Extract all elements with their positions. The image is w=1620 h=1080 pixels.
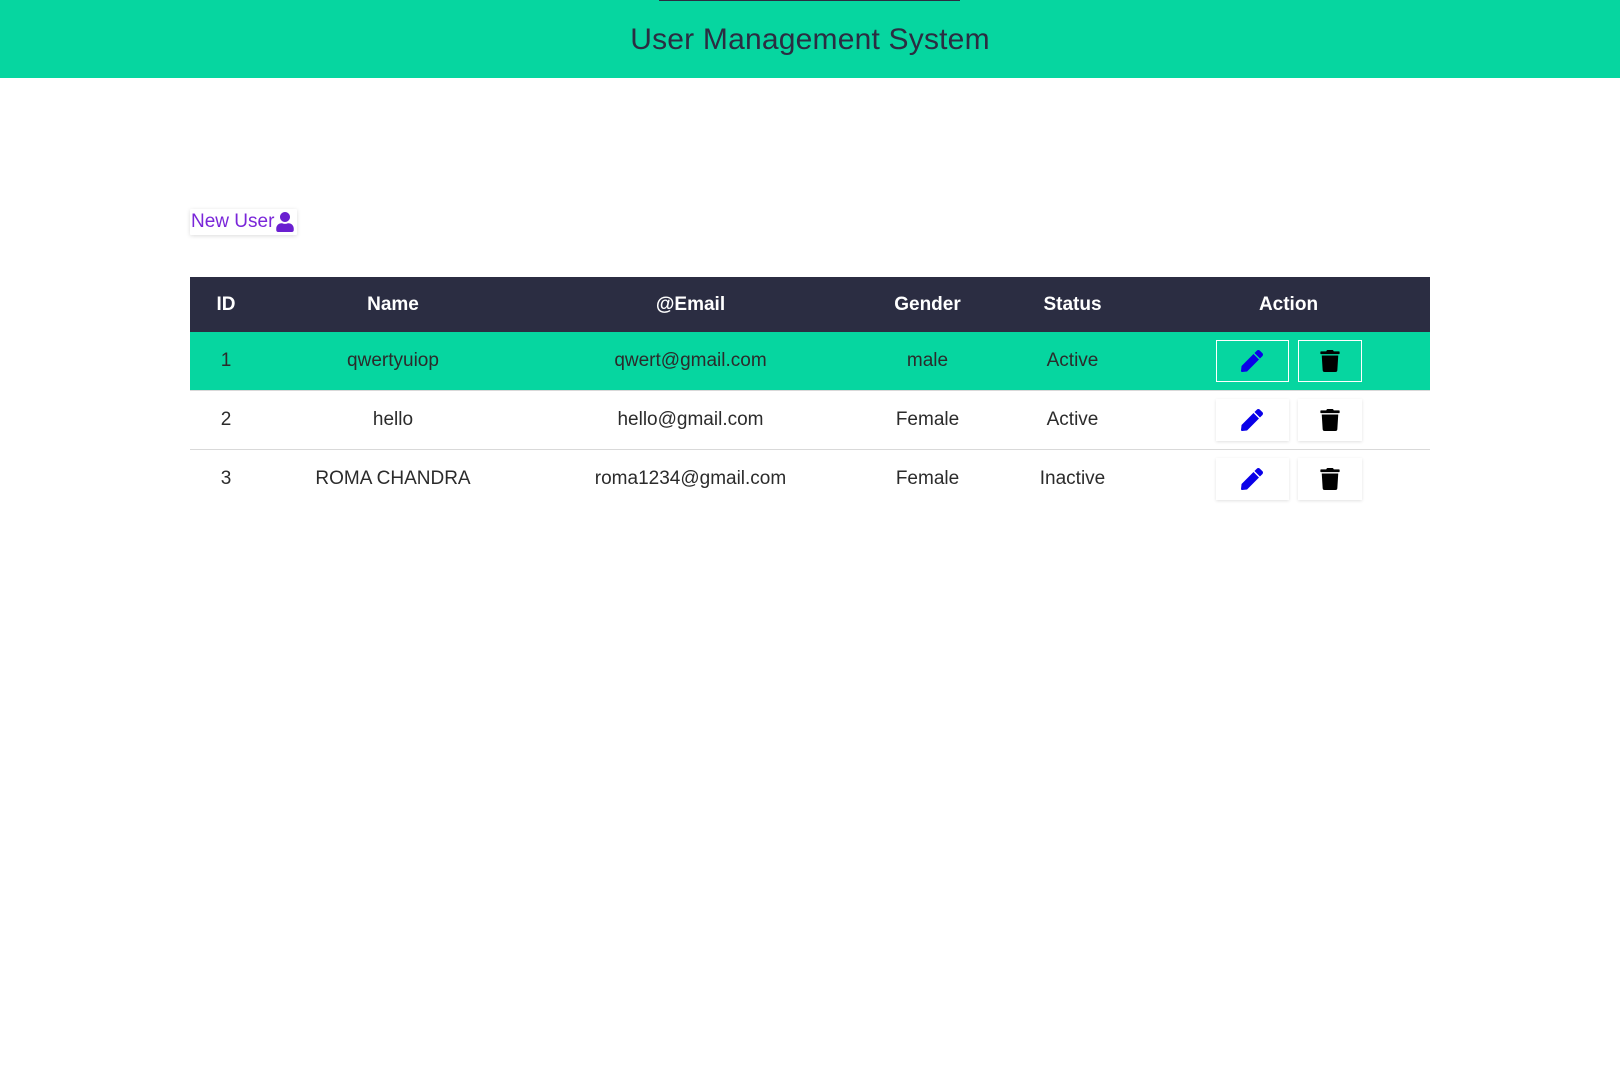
table-row: 1 qwertyuiop qwert@gmail.com male Active: [190, 332, 1430, 391]
cell-email: roma1234@gmail.com: [594, 468, 787, 489]
delete-button[interactable]: [1297, 399, 1362, 441]
edit-button[interactable]: [1215, 340, 1289, 382]
cell-actions: [1147, 450, 1430, 509]
trash-icon: [1319, 468, 1341, 490]
row-actions: [1147, 340, 1430, 382]
new-user-label: New User: [191, 211, 275, 232]
trash-icon: [1319, 350, 1341, 372]
table-header: ID Name @Email Gender Status Action: [190, 277, 1430, 332]
cell-status: Inactive: [1039, 468, 1106, 489]
column-header-name: Name: [367, 293, 419, 315]
pencil-icon: [1241, 409, 1263, 431]
trash-icon: [1319, 409, 1341, 431]
pencil-icon: [1241, 468, 1263, 490]
user-icon: [275, 212, 295, 232]
column-header-action: Action: [1258, 293, 1319, 315]
cell-email: qwert@gmail.com: [614, 350, 767, 371]
new-user-button[interactable]: New User: [190, 209, 298, 235]
cell-name: ROMA CHANDRA: [315, 468, 471, 489]
cell-gender: male: [906, 350, 949, 371]
cell-email: hello@gmail.com: [617, 409, 764, 430]
cell-actions: [1147, 391, 1430, 450]
delete-button[interactable]: [1297, 340, 1362, 382]
cell-id: 1: [220, 350, 232, 371]
cell-name: hello: [372, 409, 414, 430]
cell-name: qwertyuiop: [347, 350, 439, 371]
table-row: 2 hello hello@gmail.com Female Active: [190, 391, 1430, 450]
users-table: ID Name @Email Gender Status Action 1 qw…: [190, 277, 1430, 508]
page-title: User Management System: [630, 23, 990, 56]
table-row: 3 ROMA CHANDRA roma1234@gmail.com Female…: [190, 450, 1430, 509]
column-header-id: ID: [216, 293, 236, 315]
table-body: 1 qwertyuiop qwert@gmail.com male Active: [190, 332, 1430, 508]
cell-id: 2: [220, 409, 232, 430]
edit-button[interactable]: [1215, 458, 1289, 500]
cell-status: Active: [1046, 409, 1099, 430]
app-header: User Management System: [0, 0, 1620, 78]
table-header-row: ID Name @Email Gender Status Action: [190, 277, 1430, 332]
cell-gender: Female: [895, 409, 960, 430]
column-header-gender: Gender: [894, 293, 961, 315]
cell-gender: Female: [895, 468, 960, 489]
cell-status: Active: [1046, 350, 1099, 371]
row-actions: [1147, 458, 1430, 500]
column-header-email: @Email: [655, 293, 726, 315]
edit-button[interactable]: [1215, 399, 1289, 441]
cell-id: 3: [220, 468, 232, 489]
row-actions: [1147, 399, 1430, 441]
delete-button[interactable]: [1297, 458, 1362, 500]
pencil-icon: [1241, 350, 1263, 372]
column-header-status: Status: [1043, 293, 1102, 315]
cell-actions: [1147, 332, 1430, 391]
